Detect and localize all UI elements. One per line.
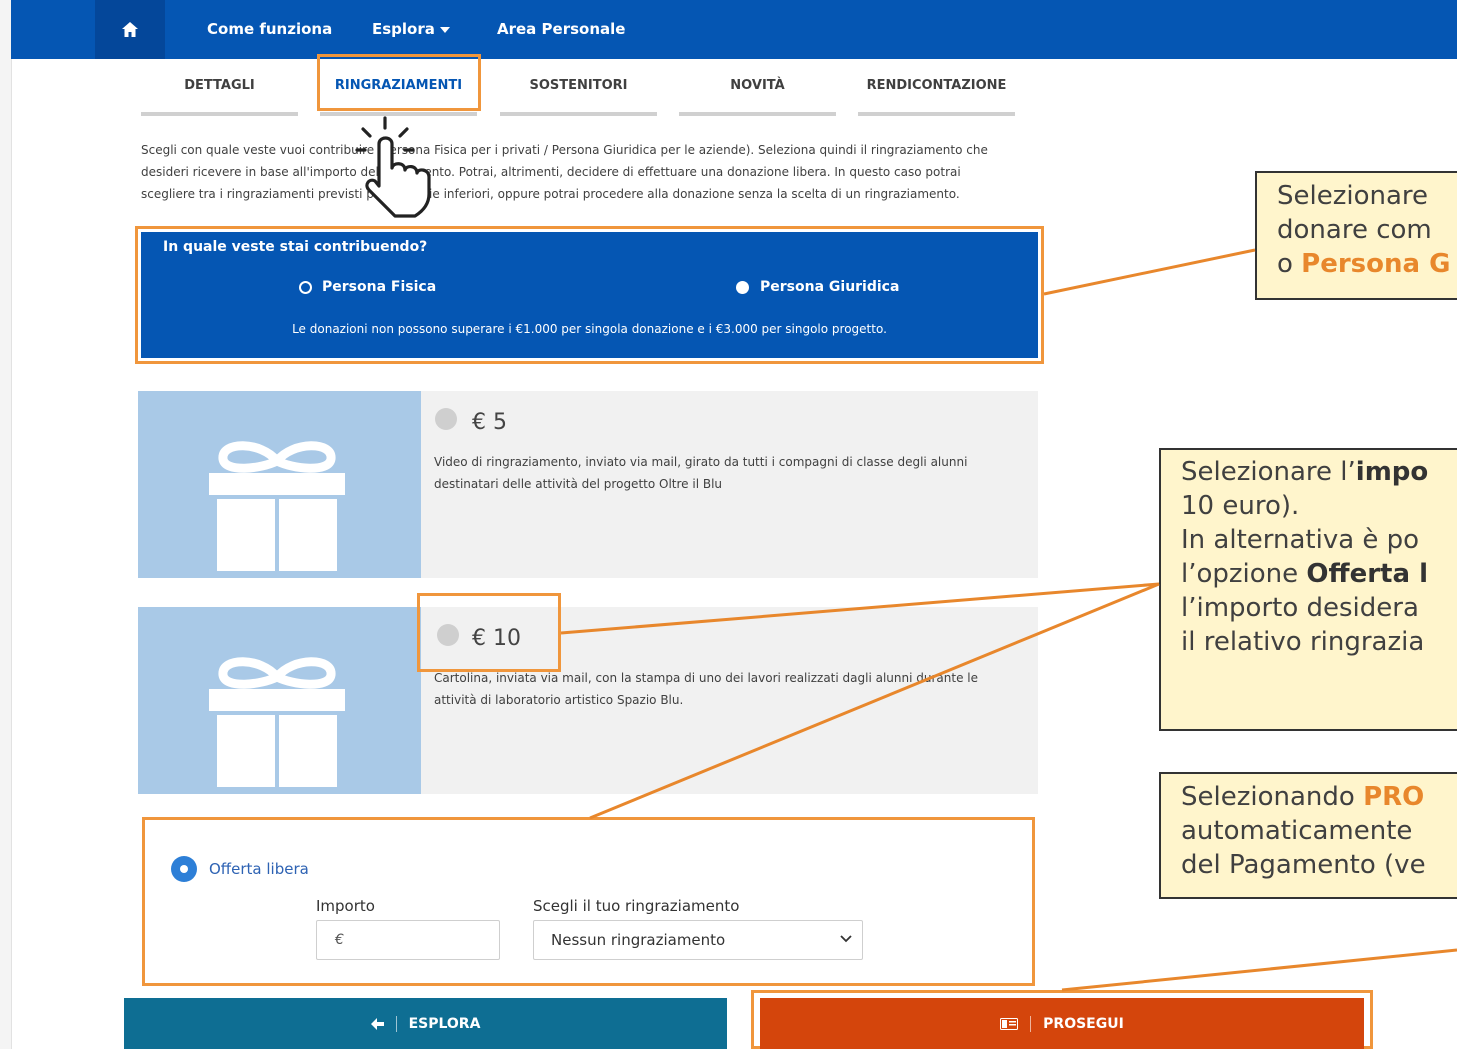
callout-line: del Pagamento (ve xyxy=(1181,850,1426,880)
radio-persona-fisica[interactable] xyxy=(299,281,312,294)
callout-line: o Persona G xyxy=(1277,247,1457,281)
reward-description: Video di ringraziamento, inviato via mai… xyxy=(434,451,1014,495)
importo-input[interactable]: € xyxy=(316,920,500,960)
prosegui-button-label: PROSEGUI xyxy=(1043,1015,1124,1032)
nav-come-funziona[interactable]: Come funziona xyxy=(207,0,332,59)
callout-line: il relativo ringrazia xyxy=(1181,627,1425,657)
nav-area-personale[interactable]: Area Personale xyxy=(497,0,625,59)
intro-line-3: scegliere tra i ringraziamenti previsti … xyxy=(141,187,960,201)
offerta-libera-label[interactable]: Offerta libera xyxy=(209,860,309,878)
reward-radio-5[interactable] xyxy=(435,408,457,430)
callout-prosegui: Selezionando PRO automaticamente del Pag… xyxy=(1159,772,1457,899)
reward-description-line: Video di ringraziamento, inviato via mai… xyxy=(434,455,968,469)
button-separator xyxy=(1030,1015,1032,1032)
nav-esplora-label: Esplora xyxy=(372,20,435,38)
ringraziamento-selected-value: Nessun ringraziamento xyxy=(551,931,726,949)
callout-line: automaticamente xyxy=(1181,816,1413,846)
payment-icon xyxy=(1000,1017,1019,1030)
home-button[interactable] xyxy=(95,0,165,59)
nav-esplora-dropdown[interactable]: Esplora xyxy=(372,0,450,59)
callout-line: l’importo desidera xyxy=(1181,593,1419,623)
prosegui-button[interactable]: PROSEGUI xyxy=(760,998,1364,1049)
esplora-button[interactable]: ESPLORA xyxy=(124,998,727,1049)
caret-down-icon xyxy=(439,26,450,33)
importo-label: Importo xyxy=(316,897,375,915)
callout-bold: impo xyxy=(1355,457,1429,487)
intro-line-2: desideri ricevere in base all'importo de… xyxy=(141,165,961,179)
intro-text: Scegli con quale veste vuoi contribuire … xyxy=(141,139,1041,205)
chevron-down-icon xyxy=(840,935,852,943)
reward-description-line: destinatari delle attività del progetto … xyxy=(434,477,723,491)
callout-contributor: Selezionare donare com o Persona G xyxy=(1255,171,1457,300)
callout-bold: Offerta l xyxy=(1306,559,1428,589)
radio-persona-giuridica[interactable] xyxy=(736,281,749,294)
callout-text: l’opzione xyxy=(1181,559,1307,589)
label-persona-fisica[interactable]: Persona Fisica xyxy=(322,279,436,295)
reward-image xyxy=(138,607,421,794)
callout-highlight: Persona G xyxy=(1301,249,1451,279)
label-persona-giuridica[interactable]: Persona Giuridica xyxy=(760,279,899,295)
connector-line xyxy=(1061,948,1457,992)
tab-dettagli[interactable]: DETTAGLI xyxy=(141,72,298,116)
gift-icon xyxy=(209,441,345,571)
callout-line: In alternativa è po xyxy=(1181,525,1420,555)
callout-text: Selezionare l’ xyxy=(1181,457,1356,487)
callout-line: Selezionare xyxy=(1277,181,1429,211)
arrow-left-icon xyxy=(370,1017,384,1030)
ringraziamento-label: Scegli il tuo ringraziamento xyxy=(533,897,740,915)
callout-line: donare com xyxy=(1277,215,1432,245)
gift-icon xyxy=(209,657,345,787)
hand-pointer-icon xyxy=(355,116,431,218)
callout-highlight: PRO xyxy=(1363,782,1425,812)
reward-description-line: attività di laboratorio artistico Spazio… xyxy=(434,693,684,707)
callout-line: 10 euro). xyxy=(1181,491,1300,521)
radio-offerta-libera[interactable] xyxy=(171,856,197,882)
callout-importo: Selezionare l’impo 10 euro). In alternat… xyxy=(1159,448,1457,731)
esplora-button-label: ESPLORA xyxy=(408,1015,481,1032)
tab-highlight-box xyxy=(317,54,481,111)
reward-price: € 5 xyxy=(472,410,507,435)
tab-sostenitori[interactable]: SOSTENITORI xyxy=(500,72,657,116)
tab-novita[interactable]: NOVITÀ xyxy=(679,72,836,116)
ringraziamento-select[interactable]: Nessun ringraziamento xyxy=(533,920,863,960)
contributor-title: In quale veste stai contribuendo? xyxy=(163,239,428,255)
radio-selected-dot xyxy=(180,865,188,873)
connector-line xyxy=(1043,248,1256,296)
price-highlight-box xyxy=(417,593,561,672)
callout-text: Selezionando xyxy=(1181,782,1364,812)
tab-rendicontazione[interactable]: RENDICONTAZIONE xyxy=(858,72,1015,116)
page-left-edge xyxy=(0,0,12,1049)
home-icon xyxy=(122,22,138,37)
reward-description: Cartolina, inviata via mail, con la stam… xyxy=(434,667,1014,711)
button-separator xyxy=(395,1015,397,1032)
reward-image xyxy=(138,391,421,578)
donation-limit-note: Le donazioni non possono superare i €1.0… xyxy=(292,322,887,336)
intro-line-1: Scegli con quale veste vuoi contribuire … xyxy=(141,143,988,157)
callout-text: o xyxy=(1277,249,1302,279)
